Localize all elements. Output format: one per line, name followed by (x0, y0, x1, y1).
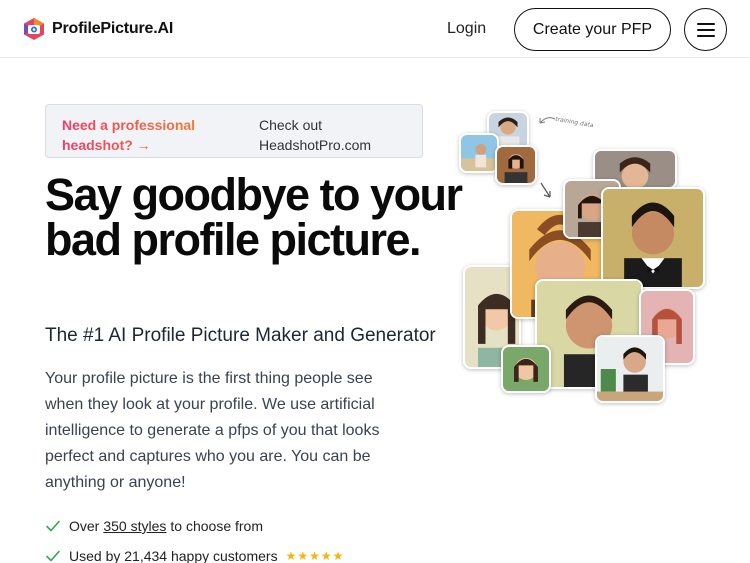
training-data-note: training data (554, 115, 594, 130)
generated-photo-anime (501, 345, 551, 393)
styles-link[interactable]: 350 styles (103, 518, 166, 534)
down-arrow-icon (540, 182, 551, 198)
promo-headline[interactable]: Need a professional headshot? → (62, 115, 212, 155)
feature-item-customers: Used by 21,434 happy customers ★★★★★ (45, 541, 344, 563)
site-header: ProfilePicture.AI Login Create your PFP (0, 0, 750, 58)
hero-title: Say goodbye to your bad profile picture. (45, 169, 463, 265)
feature-item-styles: Over 350 styles to choose from (45, 511, 344, 541)
generated-photo-cafe (595, 335, 665, 403)
logo-camera-icon (24, 18, 44, 40)
check-icon (46, 520, 60, 532)
training-photo-2 (459, 133, 499, 173)
menu-button[interactable] (684, 8, 727, 51)
generated-photo-tuxedo (601, 187, 705, 289)
promo-link-text[interactable]: Check out HeadshotPro.com (259, 115, 409, 155)
feature-suffix: to choose from (170, 518, 263, 534)
profile-picture-collage: training data (455, 105, 745, 415)
hero-subtitle: The #1 AI Profile Picture Maker and Gene… (45, 325, 436, 346)
feature-list: Over 350 styles to choose from Used by 2… (45, 511, 344, 563)
curved-arrow-icon (539, 117, 556, 124)
hero-description: Your profile picture is the first thing … (45, 370, 380, 491)
feature-prefix: Over (69, 518, 100, 534)
headshot-promo-banner[interactable]: Need a professional headshot? → Check ou… (45, 104, 423, 158)
training-photo-3 (495, 145, 537, 185)
login-link[interactable]: Login (447, 20, 486, 38)
hamburger-menu-icon (696, 22, 715, 37)
logo-text: ProfilePicture.AI (52, 20, 174, 37)
logo[interactable]: ProfilePicture.AI (22, 17, 173, 41)
create-pfp-button[interactable]: Create your PFP (514, 8, 671, 51)
check-icon (46, 550, 60, 562)
rating-stars-icon: ★★★★★ (285, 549, 345, 563)
customers-text: Used by 21,434 happy customers (69, 548, 278, 563)
